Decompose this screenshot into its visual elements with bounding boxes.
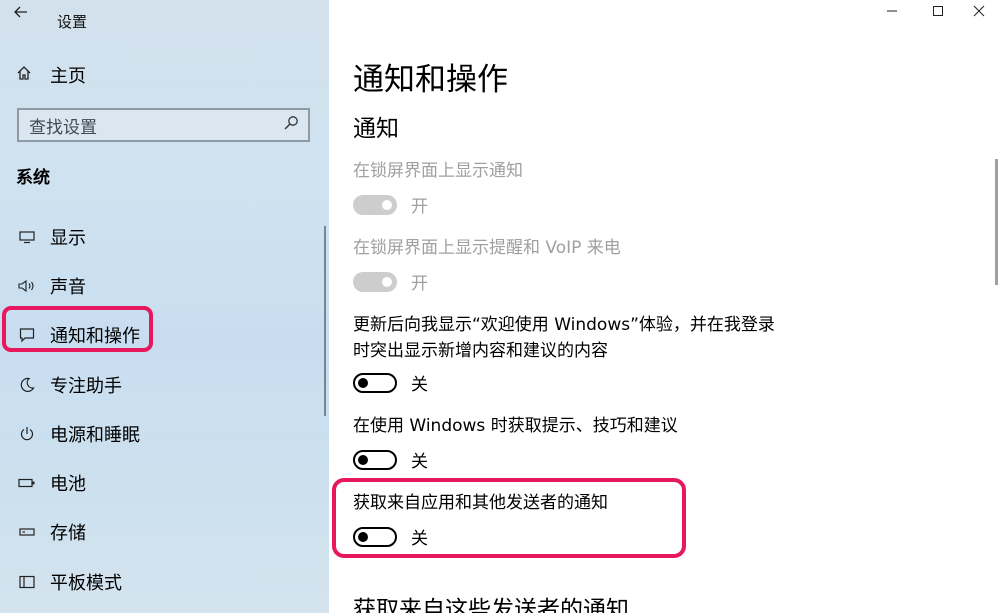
nav-home[interactable]: 主页 xyxy=(16,62,86,88)
sidebar-item-sound[interactable]: 声音 xyxy=(0,261,329,310)
setting-highlight xyxy=(332,478,686,558)
toggle-state-label: 关 xyxy=(411,452,428,472)
home-icon xyxy=(16,65,36,85)
maximize-icon[interactable] xyxy=(928,5,948,21)
search-icon[interactable] xyxy=(280,115,302,135)
toggle-knob xyxy=(358,455,368,465)
toggle-state-label: 开 xyxy=(411,197,428,217)
search-input[interactable]: 查找设置 xyxy=(17,108,310,142)
monitor-icon xyxy=(18,228,36,246)
toggle-welcome-experience[interactable] xyxy=(353,373,397,393)
toggle-tips[interactable] xyxy=(353,450,397,470)
sidebar-item-label: 声音 xyxy=(50,276,86,298)
setting-label-lockscreen-reminders: 在锁屏界面上显示提醒和 VoIP 来电 xyxy=(353,238,621,258)
section-title-notifications: 通知 xyxy=(353,116,399,142)
sidebar-item-label: 电源和睡眠 xyxy=(50,424,140,446)
toggle-lockscreen-reminders[interactable] xyxy=(353,272,397,292)
setting-label-welcome-experience: 更新后向我显示“欢迎使用 Windows”体验，并在我登录 时突出显示新增内容和… xyxy=(353,312,775,364)
sidebar-item-label: 电池 xyxy=(50,474,86,496)
app-title: 设置 xyxy=(57,13,88,31)
setting-label-line: 时突出显示新增内容和建议的内容 xyxy=(353,341,608,361)
sidebar: 设置 主页 查找设置 系统 显示 声音 通知和操作 专注助手 电源和睡眠 电池 … xyxy=(0,0,329,613)
section-heading-system: 系统 xyxy=(16,168,50,188)
sidebar-item-label: 专注助手 xyxy=(50,375,122,397)
power-icon xyxy=(18,425,36,443)
minimize-icon[interactable] xyxy=(882,5,902,21)
toggle-state-label: 开 xyxy=(411,274,428,294)
page-title: 通知和操作 xyxy=(353,62,508,98)
back-arrow-icon[interactable] xyxy=(14,4,28,22)
nav-list: 显示 声音 通知和操作 专注助手 电源和睡眠 电池 存储 平板模式 xyxy=(0,212,329,606)
toggle-knob xyxy=(382,277,392,287)
sidebar-item-tablet-mode[interactable]: 平板模式 xyxy=(0,557,329,606)
close-icon[interactable] xyxy=(969,5,989,21)
sidebar-item-label: 存储 xyxy=(50,523,86,545)
battery-icon xyxy=(18,474,36,492)
selection-highlight xyxy=(2,306,153,352)
section-title-senders: 获取来自这些发送者的通知 xyxy=(353,597,629,613)
sidebar-item-focus-assist[interactable]: 专注助手 xyxy=(0,360,329,409)
toggle-lockscreen-notifications[interactable] xyxy=(353,195,397,215)
setting-label-line: 更新后向我显示“欢迎使用 Windows”体验，并在我登录 xyxy=(353,315,775,335)
search-placeholder: 查找设置 xyxy=(29,117,97,138)
setting-label-lockscreen-notifications: 在锁屏界面上显示通知 xyxy=(353,161,523,181)
sidebar-item-label: 显示 xyxy=(50,227,86,249)
speaker-icon xyxy=(18,277,36,295)
sidebar-item-battery[interactable]: 电池 xyxy=(0,458,329,507)
sidebar-item-display[interactable]: 显示 xyxy=(0,212,329,261)
tablet-icon xyxy=(18,573,36,591)
moon-icon xyxy=(18,376,36,394)
sidebar-scrollbar[interactable] xyxy=(324,226,326,416)
storage-icon xyxy=(18,523,36,541)
setting-label-tips: 在使用 Windows 时获取提示、技巧和建议 xyxy=(353,416,678,436)
toggle-state-label: 关 xyxy=(411,375,428,395)
nav-home-label: 主页 xyxy=(50,66,86,87)
toggle-knob xyxy=(382,200,392,210)
main-content: 通知和操作 通知 在锁屏界面上显示通知 开 在锁屏界面上显示提醒和 VoIP 来… xyxy=(329,0,1000,613)
main-scrollbar[interactable] xyxy=(995,159,998,285)
sidebar-item-power-sleep[interactable]: 电源和睡眠 xyxy=(0,409,329,458)
toggle-knob xyxy=(358,378,368,388)
sidebar-item-storage[interactable]: 存储 xyxy=(0,508,329,557)
sidebar-item-label: 平板模式 xyxy=(50,572,122,594)
